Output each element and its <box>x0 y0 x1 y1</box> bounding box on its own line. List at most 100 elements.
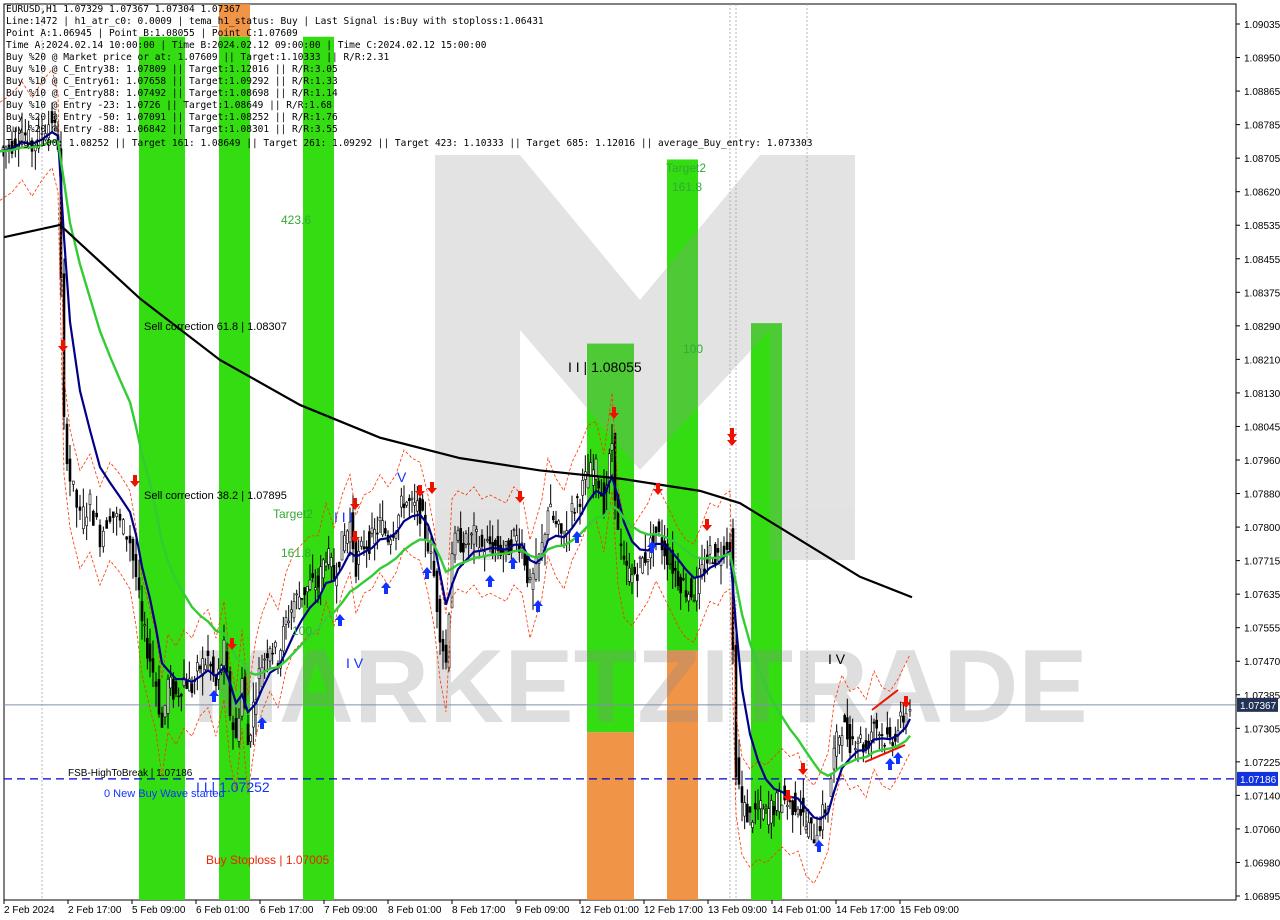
candle-body <box>856 741 860 744</box>
price-tick-label: 1.07715 <box>1244 557 1280 568</box>
candle-body <box>638 556 642 559</box>
candle-body <box>552 515 555 521</box>
candle-body <box>125 536 128 540</box>
candle-body <box>573 512 576 514</box>
candle-body <box>716 548 720 553</box>
price-tick-label: 1.08210 <box>1244 355 1280 366</box>
candle-body <box>756 807 760 810</box>
candle-body <box>78 506 82 511</box>
candle-body <box>902 715 905 723</box>
candle-body <box>515 535 518 542</box>
candle-body <box>332 565 336 580</box>
candle-body <box>804 826 808 831</box>
candle-body <box>888 727 892 738</box>
new-wave-label: 0 New Buy Wave started <box>104 788 225 800</box>
candle-body <box>799 809 802 816</box>
candle-body <box>343 535 346 552</box>
candle-body <box>602 482 606 515</box>
candle-body <box>432 560 436 577</box>
candle-body <box>630 574 634 584</box>
candle-body <box>807 822 810 838</box>
candle-body <box>488 536 492 545</box>
candle-body <box>581 479 584 496</box>
candle-body <box>118 513 122 521</box>
candle-body <box>198 665 202 670</box>
candle-body <box>376 532 379 535</box>
price-tick-label: 1.08535 <box>1244 221 1280 232</box>
fsb-label: FSB-HighToBreak | 1.07186 <box>68 768 193 779</box>
targets-line: Target100: 1.08252 || Target 161: 1.0864… <box>6 138 813 149</box>
price-tick-label: 1.07555 <box>1244 624 1280 635</box>
candle-body <box>835 731 838 757</box>
price-tick-label: 1.07470 <box>1244 657 1280 668</box>
candle-body <box>780 804 784 813</box>
candle-body <box>384 528 387 534</box>
candle-body <box>684 590 688 598</box>
candle-body <box>85 516 88 527</box>
candle-body <box>462 543 465 553</box>
candle-body <box>134 554 138 578</box>
orange-entry-zone <box>587 732 634 900</box>
candle-body <box>180 693 183 697</box>
candle-body <box>682 578 685 581</box>
candle-body <box>512 529 516 531</box>
candle-body <box>708 545 712 555</box>
time-tick-label: 14 Feb 17:00 <box>836 905 895 916</box>
candle-body <box>231 722 235 731</box>
candle-body <box>576 496 579 499</box>
candle-body <box>743 802 746 817</box>
candle-body <box>549 503 552 508</box>
candle-body <box>714 543 717 565</box>
candle-body <box>137 577 141 591</box>
green-target-zone <box>219 36 250 901</box>
sell-correction-618-label: Sell correction 61.8 | 1.08307 <box>144 321 287 333</box>
candle-body <box>311 573 314 578</box>
candle-body <box>410 497 414 500</box>
candle-body <box>295 593 298 596</box>
candle-body <box>444 644 448 663</box>
candle-body <box>494 540 497 547</box>
price-tick-label: 1.08785 <box>1244 121 1280 132</box>
wave-iii-label: I I I <box>334 509 353 525</box>
candle-body <box>249 734 252 742</box>
candle-body <box>185 681 188 689</box>
candle-body <box>859 734 862 739</box>
point-c-label: I V <box>828 651 846 667</box>
time-tick-label: 7 Feb 09:00 <box>324 905 378 916</box>
candle-body <box>746 803 749 823</box>
candle-body <box>408 498 411 502</box>
time-tick-label: 12 Feb 17:00 <box>644 905 703 916</box>
candle-body <box>266 653 269 659</box>
candle-body <box>416 500 419 512</box>
candle-body <box>105 520 108 529</box>
candle-body <box>456 530 460 541</box>
candle-body <box>143 624 146 627</box>
candle-body <box>592 469 595 486</box>
price-tick-label: 1.08620 <box>1244 188 1280 199</box>
candle-body <box>88 493 92 505</box>
candle-body <box>762 808 765 820</box>
candle-body <box>560 523 563 534</box>
candle-body <box>668 562 672 565</box>
time-tick-label: 6 Feb 01:00 <box>196 905 250 916</box>
candle-body <box>528 577 532 580</box>
candle-body <box>268 648 272 662</box>
price-tick-label: 1.08455 <box>1244 255 1280 266</box>
candle-body <box>646 559 650 562</box>
candle-body <box>72 480 75 485</box>
candle-body <box>418 497 422 524</box>
candle-body <box>324 561 328 567</box>
candle-body <box>370 527 374 534</box>
time-tick-label: 15 Feb 09:00 <box>900 905 959 916</box>
candle-body <box>788 800 792 803</box>
candle-body <box>767 808 770 826</box>
candle-body <box>625 560 628 566</box>
level-1618-right-label: 161.8 <box>672 180 702 194</box>
candle-body <box>160 712 164 728</box>
candle-body <box>698 568 701 594</box>
price-tick-label: 1.07060 <box>1244 825 1280 836</box>
candle-body <box>531 573 535 590</box>
candle-body <box>546 510 550 535</box>
price-tick-label: 1.08865 <box>1244 87 1280 98</box>
candle-body <box>426 542 430 552</box>
